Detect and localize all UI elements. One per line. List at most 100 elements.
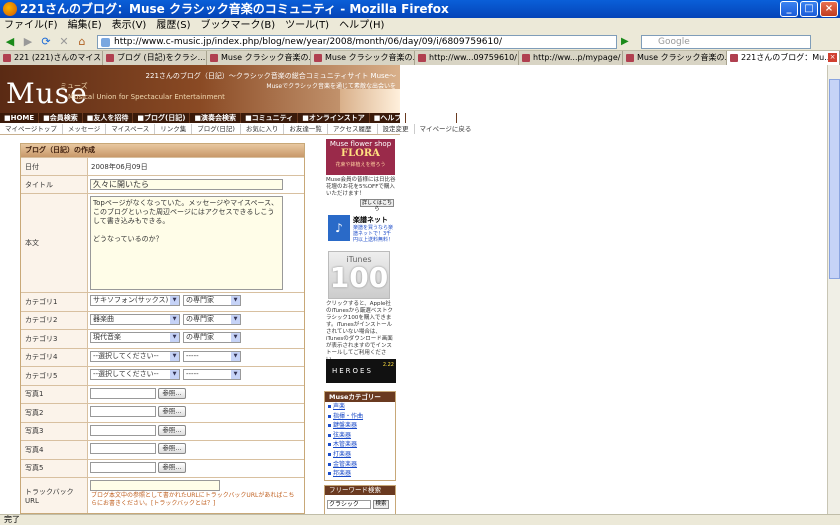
search-input[interactable]: Google [641,34,811,49]
gakufu-text[interactable]: 楽譜を買うなら楽譜ネットで！3千円以上送料無料！ [353,225,395,243]
subnav-settings[interactable]: 設定変更 [378,123,415,134]
nav-member-search[interactable]: ■会員検索 [39,113,83,123]
subnav-messages[interactable]: メッセージ [63,123,107,134]
category-link-keyboard[interactable]: 鍵盤楽器 [325,421,395,431]
subnav-myspace[interactable]: マイスペース [106,123,156,134]
photo-1-label: 写真1 [21,385,88,403]
main-nav: ■HOME ■会員検索 ■友人を招待 ■ブログ(日記) ■演奏会検索 ■コミュニ… [0,113,457,123]
category-3-sub-select[interactable]: の専門家 [183,332,241,343]
menu-bookmarks[interactable]: ブックマーク(B) [201,18,276,33]
home-icon[interactable]: ⌂ [75,35,89,49]
category-3-select[interactable]: 現代音楽 [90,332,180,343]
photo-1-browse-button[interactable]: 参照... [158,387,186,399]
nav-store[interactable]: ■オンラインストア [298,113,370,123]
category-link-percussion[interactable]: 打楽器 [325,450,395,460]
category-5-label: カテゴリ5 [21,367,88,385]
subnav-mypage-top[interactable]: マイページトップ [0,123,63,134]
category-4-select[interactable]: --選択してください-- [90,350,180,362]
heroes-ad-banner[interactable]: HEROES 2.22 [326,359,396,383]
freeword-input[interactable]: クラシック [327,500,371,509]
vertical-scrollbar[interactable] [827,65,840,514]
nav-home[interactable]: ■HOME [0,113,40,123]
tab-4[interactable]: Muse クラシック音楽の... [311,51,415,65]
photo-5-file-input[interactable] [90,461,156,473]
category-link-conducting[interactable]: 指揮・作曲 [325,412,395,422]
header-decoration [340,89,400,113]
nav-invite[interactable]: ■友人を招待 [83,113,134,123]
photo-1-file-input[interactable] [90,387,156,399]
subnav-access-log[interactable]: アクセス履歴 [328,123,378,134]
category-5-select[interactable]: --選択してください-- [90,369,180,380]
nav-blog[interactable]: ■ブログ(日記) [133,113,191,123]
trackback-input[interactable] [90,480,220,491]
subnav-back-to-mypage[interactable]: マイページに戻る [415,124,477,134]
category-link-strings[interactable]: 弦楽器 [325,431,395,441]
url-bar[interactable]: http://www.c-music.jp/index.php/blog/new… [97,34,617,49]
category-link-woodwind[interactable]: 木管楽器 [325,440,395,450]
tab-2[interactable]: ブログ (日記)をクラシ... [103,51,207,65]
freeword-search-button[interactable]: 検索 [373,500,389,509]
tab-8-active[interactable]: 221さんのブログ：Mu... × [727,51,840,65]
menu-tools[interactable]: ツール(T) [285,18,329,33]
menu-file[interactable]: ファイル(F) [4,18,58,33]
body-textarea[interactable]: Topページがなくなっていた。メッセージやマイスペース、 このブログといった周辺… [90,196,283,290]
music-note-icon: ♪ [328,215,350,241]
forward-icon[interactable]: ▶ [21,35,35,49]
photo-3-file-input[interactable] [90,424,156,436]
menu-history[interactable]: 履歴(S) [156,18,190,33]
category-link-brass[interactable]: 金管楽器 [325,460,395,470]
maximize-button[interactable]: □ [800,1,818,17]
itunes-ad-banner[interactable]: iTunes 100 [328,251,390,299]
subnav-blog[interactable]: ブログ(日記) [192,123,241,134]
tab-1[interactable]: 221 (221)さんのマイス... [0,51,103,65]
tab-5[interactable]: http://ww...09759610/ [415,51,519,65]
page-content: Muse ミューズ Musical Union for Spectacular … [0,65,827,514]
photo-5-label: 写真5 [21,459,88,477]
close-tab-icon[interactable]: × [828,53,837,62]
photo-4-browse-button[interactable]: 参照... [158,443,186,454]
nav-concert-search[interactable]: ■演奏会検索 [190,113,242,123]
scrollbar-thumb[interactable] [829,79,840,279]
flora-details-button[interactable]: 詳しくはこちら [360,199,394,212]
tab-bar: 221 (221)さんのマイス... ブログ (日記)をクラシ... Muse … [0,51,840,65]
nav-community[interactable]: ■コミュニティ [241,113,299,123]
title-input[interactable]: 久々に開いたら [90,179,283,190]
navigation-toolbar: ◀ ▶ ⟳ ✕ ⌂ http://www.c-music.jp/index.ph… [0,33,840,51]
minimize-button[interactable]: _ [780,1,798,17]
blog-form: ブログ（日記）の作成 日付 2008年06月09日 タイトル 久々に開いたら 本… [20,143,305,514]
tab-3[interactable]: Muse クラシック音楽の... [207,51,311,65]
subnav-friends[interactable]: お友達一覧 [284,123,328,134]
date-label: 日付 [21,158,88,175]
photo-5-browse-button[interactable]: 参照... [158,461,186,473]
menu-help[interactable]: ヘルプ(H) [339,18,384,33]
category-1-select[interactable]: サキソフォン(サックス) [90,295,180,306]
subnav-favorites[interactable]: お気に入り [241,123,285,134]
photo-2-browse-button[interactable]: 参照... [158,406,186,417]
close-window-button[interactable]: × [820,1,838,17]
photo-2-file-input[interactable] [90,406,156,417]
category-link-japanese[interactable]: 邦楽器 [325,469,395,479]
menu-view[interactable]: 表示(V) [112,18,147,33]
category-2-sub-select[interactable]: の専門家 [183,313,241,325]
tab-7[interactable]: Muse クラシック音楽の... [623,51,727,65]
photo-4-file-input[interactable] [90,443,156,454]
category-4-sub-select[interactable]: ----- [183,350,241,362]
category-1-sub-select[interactable]: の専門家 [183,295,241,306]
category-2-label: カテゴリ2 [21,311,88,329]
category-2-select[interactable]: 器楽曲 [90,313,180,325]
category-link-vocal[interactable]: 声楽 [325,402,395,412]
photo-3-label: 写真3 [21,422,88,440]
subnav-links[interactable]: リンク集 [155,123,193,134]
nav-help[interactable]: ■ヘルプ [370,113,407,123]
back-icon[interactable]: ◀ [3,35,17,49]
category-5-sub-select[interactable]: ----- [183,369,241,380]
reload-icon[interactable]: ⟳ [39,35,53,49]
menu-edit[interactable]: 編集(E) [68,18,102,33]
nav-logout[interactable]: ■ログアウト [406,113,457,123]
stop-icon[interactable]: ✕ [57,35,71,49]
gakufu-net-ad[interactable]: ♪ 楽譜ネット 楽譜を買うなら楽譜ネットで！3千円以上送料無料！ [328,215,396,245]
flora-ad-banner[interactable]: Muse flower shop FLORA 花束や鉢植えを贈ろう [326,139,395,175]
photo-3-browse-button[interactable]: 参照... [158,424,186,436]
tab-6[interactable]: http://ww...p/mypage/ [519,51,623,65]
go-icon[interactable]: ▶ [621,36,633,48]
